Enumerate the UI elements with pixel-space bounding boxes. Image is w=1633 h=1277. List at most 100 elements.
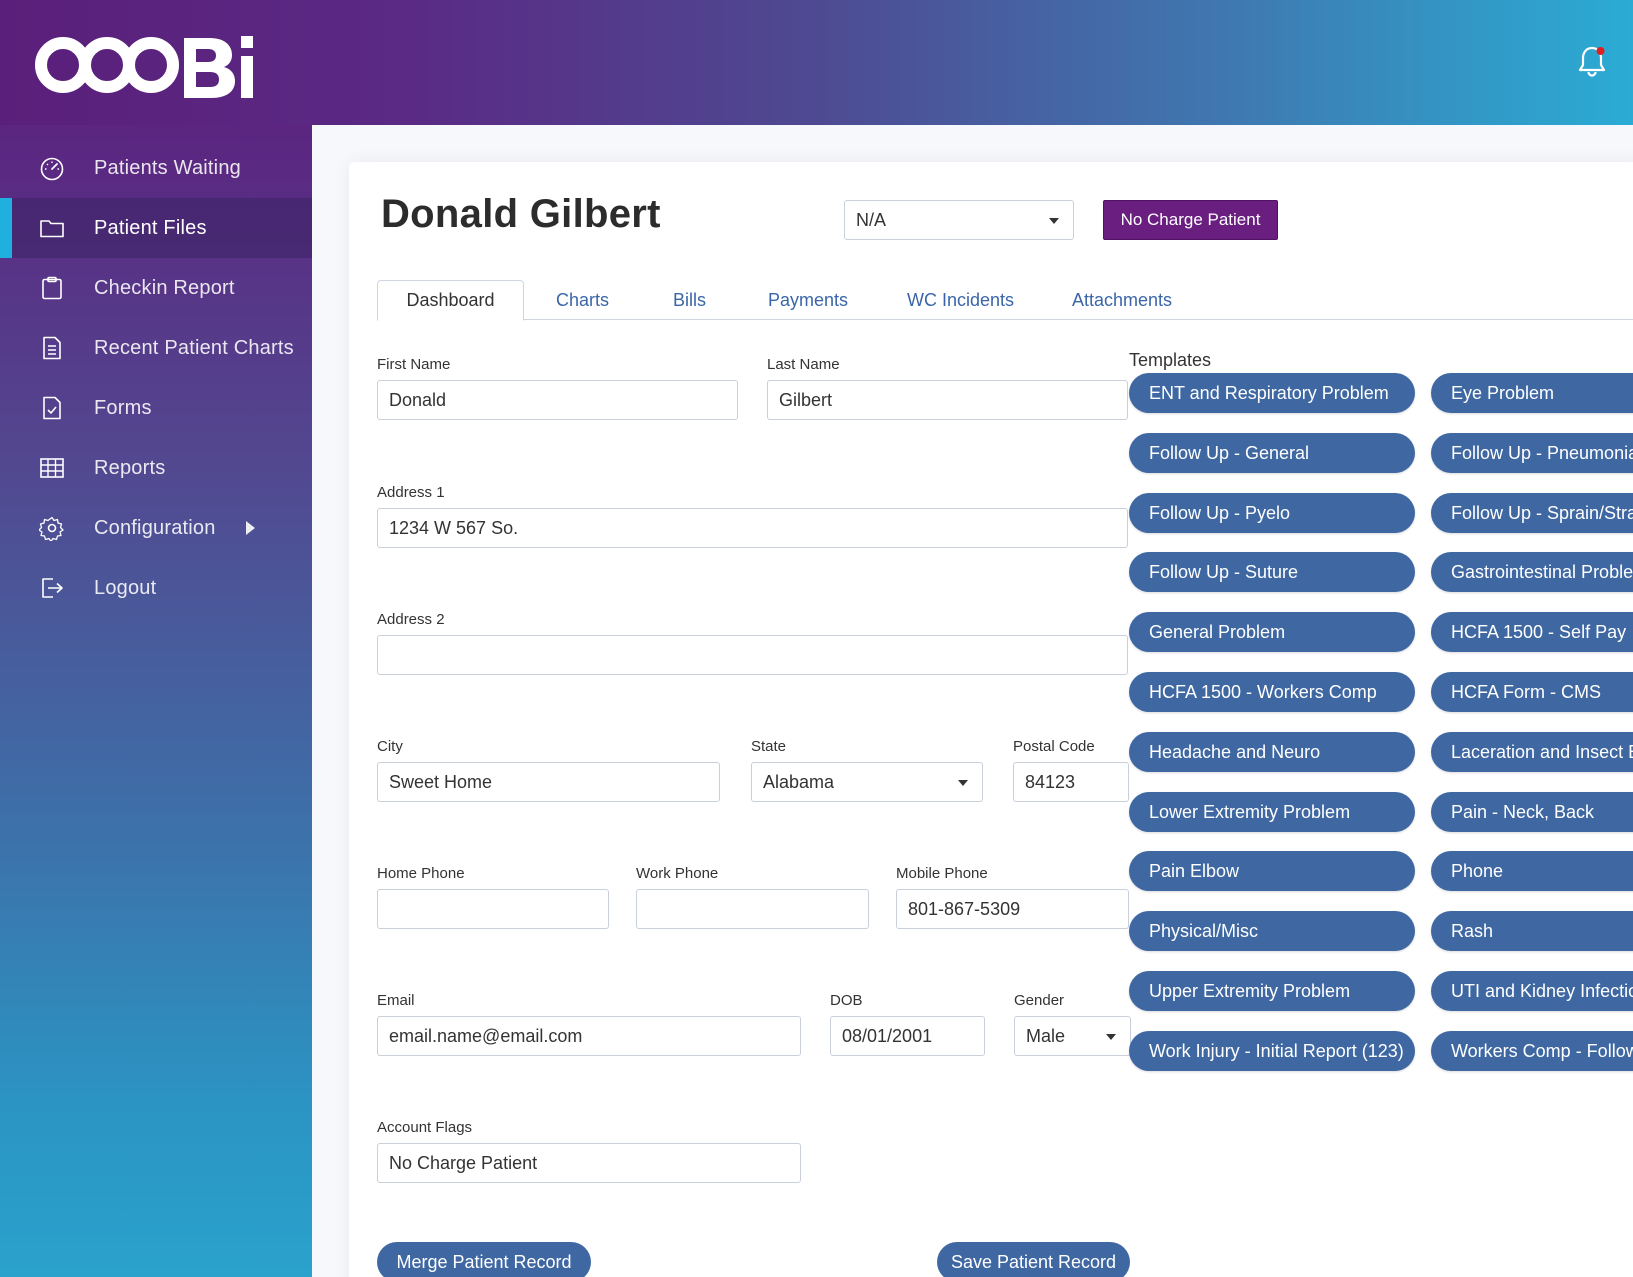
state-label: State: [751, 738, 787, 755]
account-flags-label: Account Flags: [377, 1119, 473, 1136]
notification-bell-icon[interactable]: [1576, 44, 1608, 78]
city-field[interactable]: Sweet Home: [377, 762, 720, 802]
template-button[interactable]: Rash: [1431, 911, 1633, 951]
sidebar-item-label: Reports: [94, 456, 166, 479]
main-content: Donald Gilbert N/A No Charge Patient Das…: [312, 125, 1633, 1277]
home-phone-label: Home Phone: [377, 865, 465, 882]
postal-code-label: Postal Code: [1013, 738, 1095, 755]
address2-label: Address 2: [377, 611, 445, 628]
template-button[interactable]: Follow Up - Pyelo: [1129, 493, 1415, 533]
template-button[interactable]: Upper Extremity Problem: [1129, 971, 1415, 1011]
tab-dashboard[interactable]: Dashboard: [377, 280, 524, 321]
template-button[interactable]: General Problem: [1129, 612, 1415, 652]
sidebar-item-logout[interactable]: Logout: [0, 558, 312, 618]
tab-charts[interactable]: Charts: [556, 280, 609, 320]
sidebar-item-label: Patients Waiting: [94, 156, 241, 179]
sidebar-item-label: Forms: [94, 396, 152, 419]
template-button[interactable]: Headache and Neuro: [1129, 732, 1415, 772]
tab-bills[interactable]: Bills: [673, 280, 706, 320]
sidebar: Patients Waiting Patient Files Checkin R…: [0, 125, 312, 1277]
template-button[interactable]: Follow Up - Sprain/Strain: [1431, 493, 1633, 533]
tab-attachments[interactable]: Attachments: [1072, 280, 1172, 320]
city-label: City: [377, 738, 403, 755]
sidebar-item-patients-waiting[interactable]: Patients Waiting: [0, 138, 312, 198]
template-button[interactable]: ENT and Respiratory Problem: [1129, 373, 1415, 413]
address1-label: Address 1: [377, 484, 445, 501]
dashboard-gauge-icon: [38, 154, 66, 182]
gender-select[interactable]: Male: [1014, 1016, 1131, 1056]
tab-payments[interactable]: Payments: [768, 280, 848, 320]
template-button[interactable]: HCFA 1500 - Self Pay: [1431, 612, 1633, 652]
sidebar-item-configuration[interactable]: Configuration: [0, 498, 312, 558]
gender-value: Male: [1026, 1025, 1066, 1046]
page-title: Donald Gilbert: [381, 192, 661, 236]
sidebar-item-patient-files[interactable]: Patient Files: [0, 198, 312, 258]
template-button[interactable]: Phone: [1431, 851, 1633, 891]
gear-icon: [38, 514, 66, 542]
sidebar-item-label: Logout: [94, 576, 157, 599]
logout-icon: [38, 574, 66, 602]
merge-patient-record-button[interactable]: Merge Patient Record: [377, 1242, 591, 1277]
address2-field[interactable]: [377, 635, 1128, 675]
oobi-logo: [35, 36, 253, 98]
template-button[interactable]: Gastrointestinal Problem: [1431, 552, 1633, 592]
document-icon: [38, 334, 66, 362]
templates-heading: Templates: [1129, 350, 1212, 370]
template-button[interactable]: HCFA Form - CMS: [1431, 672, 1633, 712]
sidebar-item-label: Configuration: [94, 516, 216, 539]
email-label: Email: [377, 992, 415, 1009]
template-button[interactable]: Follow Up - Suture: [1129, 552, 1415, 592]
template-button[interactable]: Work Injury - Initial Report (123): [1129, 1031, 1415, 1071]
template-button[interactable]: UTI and Kidney Infection: [1431, 971, 1633, 1011]
work-phone-field[interactable]: [636, 889, 869, 929]
template-button[interactable]: Pain Elbow: [1129, 851, 1415, 891]
chevron-down-icon: [1106, 1034, 1116, 1040]
no-charge-patient-button[interactable]: No Charge Patient: [1103, 200, 1278, 240]
clipboard-icon: [38, 274, 66, 302]
folder-icon: [38, 214, 66, 242]
home-phone-field[interactable]: [377, 889, 609, 929]
chevron-down-icon: [958, 780, 968, 786]
sidebar-item-label: Patient Files: [94, 216, 207, 239]
template-button[interactable]: Lower Extremity Problem: [1129, 792, 1415, 832]
account-flags-field[interactable]: No Charge Patient: [377, 1143, 801, 1183]
save-patient-record-button[interactable]: Save Patient Record: [937, 1242, 1130, 1277]
form-check-icon: [38, 394, 66, 422]
patient-card: Donald Gilbert N/A No Charge Patient Das…: [349, 162, 1633, 1277]
tab-wc-incidents[interactable]: WC Incidents: [907, 280, 1014, 320]
mobile-phone-field[interactable]: 801-867-5309: [896, 889, 1129, 929]
notification-dot: [1596, 47, 1605, 55]
patient-status-select[interactable]: N/A: [844, 200, 1074, 240]
template-button[interactable]: Physical/Misc: [1129, 911, 1415, 951]
template-button[interactable]: Laceration and Insect Bite: [1431, 732, 1633, 772]
last-name-label: Last Name: [767, 356, 840, 373]
table-grid-icon: [38, 454, 66, 482]
template-button[interactable]: HCFA 1500 - Workers Comp: [1129, 672, 1415, 712]
sidebar-item-reports[interactable]: Reports: [0, 438, 312, 498]
sidebar-item-label: Checkin Report: [94, 276, 235, 299]
state-select[interactable]: Alabama: [751, 762, 983, 802]
dob-field[interactable]: 08/01/2001: [830, 1016, 985, 1056]
dob-label: DOB: [830, 992, 863, 1009]
template-button[interactable]: Follow Up - General: [1129, 433, 1415, 473]
gender-label: Gender: [1014, 992, 1065, 1009]
first-name-field[interactable]: Donald: [377, 380, 738, 420]
work-phone-label: Work Phone: [636, 865, 719, 882]
sidebar-item-recent-patient-charts[interactable]: Recent Patient Charts: [0, 318, 312, 378]
first-name-label: First Name: [377, 356, 451, 373]
template-button[interactable]: Pain - Neck, Back: [1431, 792, 1633, 832]
postal-code-field[interactable]: 84123: [1013, 762, 1129, 802]
top-header: [0, 0, 1633, 125]
email-field[interactable]: email.name@email.com: [377, 1016, 801, 1056]
caret-right-icon: [245, 521, 255, 535]
template-button[interactable]: Workers Comp - Follow Up: [1431, 1031, 1633, 1071]
mobile-phone-label: Mobile Phone: [896, 865, 988, 882]
sidebar-item-forms[interactable]: Forms: [0, 378, 312, 438]
template-button[interactable]: Follow Up - Pneumonia: [1431, 433, 1633, 473]
patient-status-value: N/A: [856, 209, 887, 230]
last-name-field[interactable]: Gilbert: [767, 380, 1128, 420]
sidebar-item-checkin-report[interactable]: Checkin Report: [0, 258, 312, 318]
template-button[interactable]: Eye Problem: [1431, 373, 1633, 413]
state-value: Alabama: [763, 771, 835, 792]
address1-field[interactable]: 1234 W 567 So.: [377, 508, 1128, 548]
